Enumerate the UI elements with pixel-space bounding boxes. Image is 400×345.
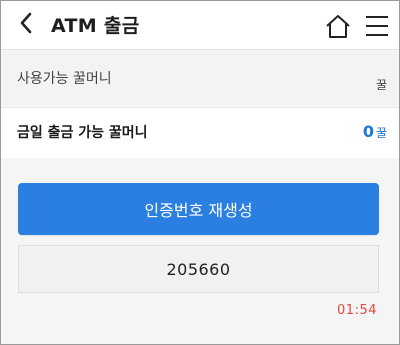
available-money-row: 사용가능 꿀머니 꿀 [1, 50, 399, 106]
page-title: ATM 출금 [51, 15, 140, 37]
auth-code-display: 205660 [18, 245, 379, 293]
today-withdrawable-amount: 0 [362, 122, 374, 141]
today-withdrawable-row: 금일 출금 가능 꿀머니 0 꿀 [1, 107, 399, 159]
available-money-unit: 꿀 [375, 78, 387, 92]
home-button[interactable] [325, 13, 351, 39]
today-withdrawable-label: 금일 출금 가능 꿀머니 [17, 125, 148, 141]
auth-timer: 01:54 [337, 303, 377, 318]
menu-button[interactable] [365, 15, 389, 37]
atm-withdraw-screen: ATM 출금 사용가능 꿀머니 꿀 금일 출금 가능 꿀머니 0 꿀 인증번호 … [0, 0, 400, 345]
regenerate-code-button[interactable]: 인증번호 재생성 [18, 183, 379, 235]
back-button[interactable] [15, 10, 37, 36]
top-bar: ATM 출금 [1, 1, 399, 50]
home-icon [326, 15, 350, 38]
available-money-label: 사용가능 꿀머니 [17, 71, 112, 87]
chevron-left-icon [20, 12, 32, 34]
today-withdrawable-unit: 꿀 [375, 126, 387, 140]
hamburger-menu-icon [366, 16, 388, 36]
today-withdrawable-value: 0 꿀 [363, 122, 387, 141]
